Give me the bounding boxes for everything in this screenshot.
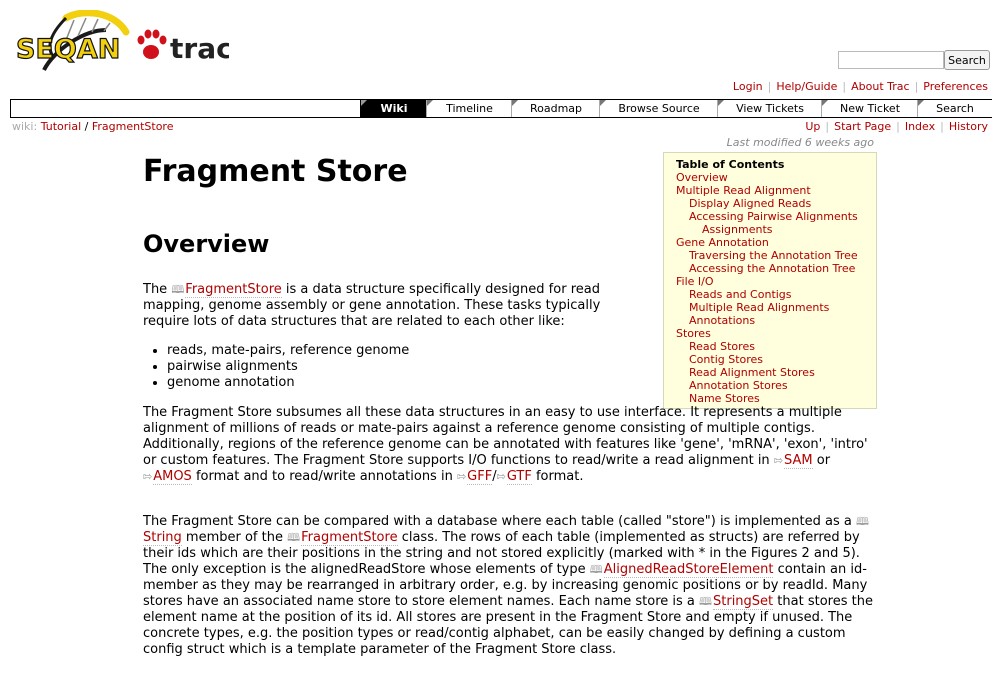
wiki-content: Fragment Store Overview The 🕮FragmentSto… (143, 148, 883, 657)
sam-link[interactable]: SAM (784, 453, 813, 469)
toc-item[interactable]: Annotation Stores (689, 379, 788, 392)
external-link-icon: ⇰ (143, 470, 153, 483)
toc-item[interactable]: Read Alignment Stores (689, 366, 815, 379)
tab-timeline[interactable]: Timeline (426, 100, 512, 117)
tab-search[interactable]: Search (917, 100, 992, 117)
tab-browse-source[interactable]: Browse Source (599, 100, 718, 117)
breadcrumb-fragmentstore-link[interactable]: FragmentStore (92, 120, 174, 133)
index-link[interactable]: Index (905, 120, 935, 133)
fragmentstore-link[interactable]: FragmentStore (185, 282, 282, 298)
main-nav: Wiki Timeline Roadmap Browse Source View… (10, 99, 992, 118)
gff-link[interactable]: GFF (467, 469, 493, 485)
login-link[interactable]: Login (733, 80, 763, 93)
string-link[interactable]: String (143, 530, 182, 546)
up-link[interactable]: Up (805, 120, 820, 133)
breadcrumb: wiki: Tutorial / FragmentStore (12, 120, 173, 133)
seqan-trac-logo[interactable]: SEQAN trac (14, 10, 229, 78)
toc-item[interactable]: Annotations (689, 314, 755, 327)
external-link-icon: ⇰ (773, 454, 784, 467)
alignedreadstoreelement-link[interactable]: AlignedReadStoreElement (603, 562, 774, 578)
stringset-link[interactable]: StringSet (713, 594, 774, 610)
search-button[interactable]: Search (944, 50, 990, 70)
feature-list: reads, mate-pairs, reference genome pair… (143, 343, 409, 391)
breadcrumb-tutorial-link[interactable]: Tutorial (41, 120, 81, 133)
list-item: pairwise alignments (167, 359, 409, 375)
toc-item[interactable]: Read Stores (689, 340, 755, 353)
paragraph-database: The Fragment Store can be compared with … (143, 514, 873, 657)
toc-item[interactable]: Accessing Pairwise Alignments (689, 210, 858, 223)
external-link-icon: ⇰ (496, 470, 506, 483)
toc-item[interactable]: Name Stores (689, 392, 760, 405)
context-nav: Up | Start Page | Index | History (805, 120, 988, 133)
wiki-book-icon: 🕮 (171, 283, 185, 296)
page-title: Fragment Store (143, 154, 408, 189)
logo-trac-text: trac (170, 32, 229, 65)
fragmentstore-class-link[interactable]: FragmentStore (301, 530, 398, 546)
tab-wiki[interactable]: Wiki (360, 100, 427, 117)
tab-view-tickets[interactable]: View Tickets (717, 100, 822, 117)
wiki-book-icon: 🕮 (699, 595, 712, 608)
wiki-book-icon: 🕮 (287, 531, 301, 544)
section-heading-overview: Overview (143, 230, 270, 258)
tab-roadmap[interactable]: Roadmap (511, 100, 600, 117)
paw-icon (137, 29, 167, 59)
wiki-book-icon: 🕮 (589, 563, 603, 576)
list-item: reads, mate-pairs, reference genome (167, 343, 409, 359)
meta-nav: Login | Help/Guide | About Trac | Preferences (732, 80, 988, 93)
external-link-icon: ⇰ (456, 470, 467, 483)
gtf-link[interactable]: GTF (506, 469, 532, 485)
wiki-book-icon: 🕮 (855, 515, 869, 528)
toc-item[interactable]: Assignments (702, 223, 773, 236)
start-page-link[interactable]: Start Page (834, 120, 891, 133)
toc-item[interactable]: Multiple Read Alignments (689, 301, 829, 314)
list-item: genome annotation (167, 375, 409, 391)
toc-item[interactable]: Contig Stores (689, 353, 763, 366)
breadcrumb-separator: / (84, 120, 89, 133)
toc-item[interactable]: Accessing the Annotation Tree (689, 262, 855, 275)
search-input[interactable] (838, 51, 944, 69)
toc-item[interactable]: Gene Annotation (676, 236, 769, 249)
paragraph-subsumes: The Fragment Store subsumes all these da… (143, 405, 868, 485)
toc-item[interactable]: File I/O (676, 275, 714, 288)
amos-link[interactable]: AMOS (153, 469, 192, 485)
toc-item[interactable]: Stores (676, 327, 711, 340)
toc-item[interactable]: Reads and Contigs (689, 288, 792, 301)
logo-seqan-text: SEQAN (16, 34, 120, 65)
table-of-contents: Table of Contents Overview Multiple Read… (663, 152, 877, 409)
toc-item[interactable]: Display Aligned Reads (689, 197, 811, 210)
tab-new-ticket[interactable]: New Ticket (821, 100, 918, 117)
toc-item[interactable]: Traversing the Annotation Tree (689, 249, 858, 262)
preferences-link[interactable]: Preferences (923, 80, 988, 93)
paragraph-intro: The 🕮FragmentStore is a data structure s… (143, 282, 601, 329)
breadcrumb-prefix: wiki: (12, 120, 38, 133)
about-trac-link[interactable]: About Trac (851, 80, 909, 93)
help-guide-link[interactable]: Help/Guide (776, 80, 837, 93)
history-link[interactable]: History (949, 120, 988, 133)
